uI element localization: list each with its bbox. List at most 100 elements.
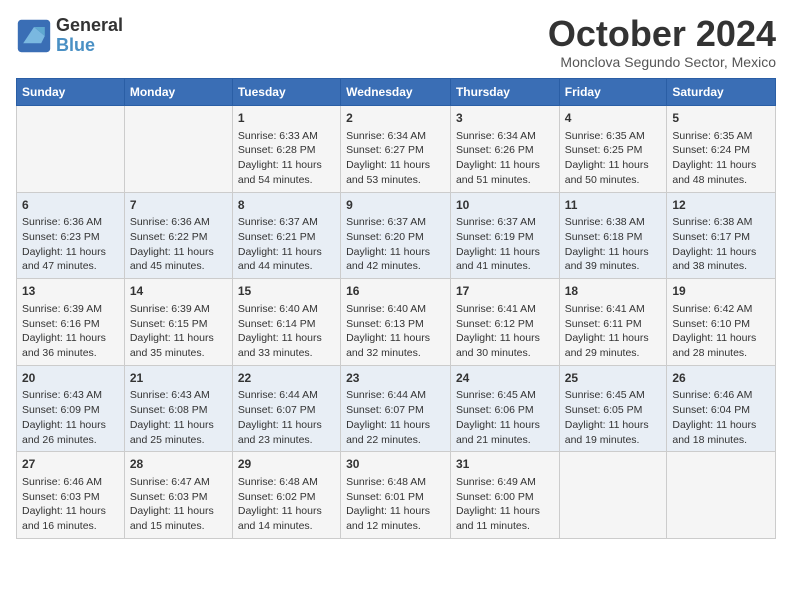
cell-detail: Sunrise: 6:40 AM Sunset: 6:14 PM Dayligh… [238, 302, 335, 361]
calendar-week-4: 20Sunrise: 6:43 AM Sunset: 6:09 PM Dayli… [17, 365, 776, 452]
cell-detail: Sunrise: 6:33 AM Sunset: 6:28 PM Dayligh… [238, 129, 335, 188]
calendar-cell: 2 Sunrise: 6:34 AM Sunset: 6:27 PM Daylig… [341, 106, 451, 193]
calendar-cell [559, 452, 667, 539]
cell-detail: Sunrise: 6:35 AM Sunset: 6:25 PM Dayligh… [565, 129, 662, 188]
cell-detail: Sunrise: 6:43 AM Sunset: 6:09 PM Dayligh… [22, 388, 119, 447]
cell-detail: Sunrise: 6:35 AM Sunset: 6:24 PM Dayligh… [672, 129, 770, 188]
calendar-cell: 5 Sunrise: 6:35 AM Sunset: 6:24 PM Daylig… [667, 106, 776, 193]
day-number: 8 [238, 197, 335, 214]
day-number: 15 [238, 283, 335, 300]
cell-detail: Sunrise: 6:34 AM Sunset: 6:27 PM Dayligh… [346, 129, 445, 188]
calendar-cell: 18Sunrise: 6:41 AM Sunset: 6:11 PM Dayli… [559, 279, 667, 366]
location-label: Monclova Segundo Sector, Mexico [548, 54, 776, 70]
calendar-week-5: 27 Sunrise: 6:46 AM Sunset: 6:03 PM Dayli… [17, 452, 776, 539]
day-header-thursday: Thursday [450, 79, 559, 106]
calendar-cell: 7Sunrise: 6:36 AM Sunset: 6:22 PM Daylig… [124, 192, 232, 279]
cell-detail: Sunrise: 6:34 AM Sunset: 6:26 PM Dayligh… [456, 129, 554, 188]
day-number: 29 [238, 456, 335, 473]
calendar-cell: 20Sunrise: 6:43 AM Sunset: 6:09 PM Dayli… [17, 365, 125, 452]
calendar-cell: 11Sunrise: 6:38 AM Sunset: 6:18 PM Dayli… [559, 192, 667, 279]
calendar-cell: 22Sunrise: 6:44 AM Sunset: 6:07 PM Dayli… [232, 365, 340, 452]
day-number: 30 [346, 456, 445, 473]
calendar-cell: 31 Sunrise: 6:49 AM Sunset: 6:00 PM Dayli… [450, 452, 559, 539]
calendar-cell [17, 106, 125, 193]
day-number: 5 [672, 110, 770, 127]
calendar-cell: 23Sunrise: 6:44 AM Sunset: 6:07 PM Dayli… [341, 365, 451, 452]
calendar-cell: 24Sunrise: 6:45 AM Sunset: 6:06 PM Dayli… [450, 365, 559, 452]
logo: General Blue [16, 16, 123, 56]
day-number: 6 [22, 197, 119, 214]
calendar-cell: 26Sunrise: 6:46 AM Sunset: 6:04 PM Dayli… [667, 365, 776, 452]
calendar-cell: 10Sunrise: 6:37 AM Sunset: 6:19 PM Dayli… [450, 192, 559, 279]
calendar-cell: 3 Sunrise: 6:34 AM Sunset: 6:26 PM Daylig… [450, 106, 559, 193]
day-number: 28 [130, 456, 227, 473]
day-number: 9 [346, 197, 445, 214]
day-number: 31 [456, 456, 554, 473]
logo-blue-label: Blue [56, 36, 123, 56]
calendar-cell: 29 Sunrise: 6:48 AM Sunset: 6:02 PM Dayli… [232, 452, 340, 539]
calendar-cell: 21Sunrise: 6:43 AM Sunset: 6:08 PM Dayli… [124, 365, 232, 452]
day-header-friday: Friday [559, 79, 667, 106]
calendar-cell: 16Sunrise: 6:40 AM Sunset: 6:13 PM Dayli… [341, 279, 451, 366]
cell-detail: Sunrise: 6:40 AM Sunset: 6:13 PM Dayligh… [346, 302, 445, 361]
cell-detail: Sunrise: 6:46 AM Sunset: 6:03 PM Dayligh… [22, 475, 119, 534]
cell-detail: Sunrise: 6:39 AM Sunset: 6:16 PM Dayligh… [22, 302, 119, 361]
calendar-week-2: 6Sunrise: 6:36 AM Sunset: 6:23 PM Daylig… [17, 192, 776, 279]
day-number: 21 [130, 370, 227, 387]
day-number: 24 [456, 370, 554, 387]
cell-detail: Sunrise: 6:38 AM Sunset: 6:17 PM Dayligh… [672, 215, 770, 274]
cell-detail: Sunrise: 6:41 AM Sunset: 6:12 PM Dayligh… [456, 302, 554, 361]
calendar-cell: 27 Sunrise: 6:46 AM Sunset: 6:03 PM Dayli… [17, 452, 125, 539]
day-number: 13 [22, 283, 119, 300]
cell-detail: Sunrise: 6:38 AM Sunset: 6:18 PM Dayligh… [565, 215, 662, 274]
cell-detail: Sunrise: 6:36 AM Sunset: 6:23 PM Dayligh… [22, 215, 119, 274]
day-header-sunday: Sunday [17, 79, 125, 106]
day-number: 20 [22, 370, 119, 387]
cell-detail: Sunrise: 6:44 AM Sunset: 6:07 PM Dayligh… [346, 388, 445, 447]
day-number: 10 [456, 197, 554, 214]
logo-text: General Blue [56, 16, 123, 56]
day-header-saturday: Saturday [667, 79, 776, 106]
title-block: October 2024 Monclova Segundo Sector, Me… [548, 16, 776, 70]
day-number: 4 [565, 110, 662, 127]
day-number: 18 [565, 283, 662, 300]
cell-detail: Sunrise: 6:44 AM Sunset: 6:07 PM Dayligh… [238, 388, 335, 447]
calendar-cell [124, 106, 232, 193]
cell-detail: Sunrise: 6:49 AM Sunset: 6:00 PM Dayligh… [456, 475, 554, 534]
calendar-cell [667, 452, 776, 539]
cell-detail: Sunrise: 6:47 AM Sunset: 6:03 PM Dayligh… [130, 475, 227, 534]
calendar-cell: 19Sunrise: 6:42 AM Sunset: 6:10 PM Dayli… [667, 279, 776, 366]
cell-detail: Sunrise: 6:45 AM Sunset: 6:05 PM Dayligh… [565, 388, 662, 447]
day-number: 27 [22, 456, 119, 473]
calendar-cell: 6Sunrise: 6:36 AM Sunset: 6:23 PM Daylig… [17, 192, 125, 279]
calendar-cell: 12Sunrise: 6:38 AM Sunset: 6:17 PM Dayli… [667, 192, 776, 279]
logo-general-label: General [56, 16, 123, 36]
month-title: October 2024 [548, 16, 776, 52]
cell-detail: Sunrise: 6:36 AM Sunset: 6:22 PM Dayligh… [130, 215, 227, 274]
day-number: 3 [456, 110, 554, 127]
day-header-monday: Monday [124, 79, 232, 106]
day-header-tuesday: Tuesday [232, 79, 340, 106]
day-number: 11 [565, 197, 662, 214]
day-number: 22 [238, 370, 335, 387]
day-number: 14 [130, 283, 227, 300]
cell-detail: Sunrise: 6:37 AM Sunset: 6:21 PM Dayligh… [238, 215, 335, 274]
cell-detail: Sunrise: 6:48 AM Sunset: 6:01 PM Dayligh… [346, 475, 445, 534]
logo-icon [16, 18, 52, 54]
calendar-cell: 30 Sunrise: 6:48 AM Sunset: 6:01 PM Dayli… [341, 452, 451, 539]
calendar-cell: 25Sunrise: 6:45 AM Sunset: 6:05 PM Dayli… [559, 365, 667, 452]
cell-detail: Sunrise: 6:48 AM Sunset: 6:02 PM Dayligh… [238, 475, 335, 534]
cell-detail: Sunrise: 6:43 AM Sunset: 6:08 PM Dayligh… [130, 388, 227, 447]
cell-detail: Sunrise: 6:46 AM Sunset: 6:04 PM Dayligh… [672, 388, 770, 447]
cell-detail: Sunrise: 6:39 AM Sunset: 6:15 PM Dayligh… [130, 302, 227, 361]
calendar-cell: 17Sunrise: 6:41 AM Sunset: 6:12 PM Dayli… [450, 279, 559, 366]
day-number: 2 [346, 110, 445, 127]
cell-detail: Sunrise: 6:37 AM Sunset: 6:20 PM Dayligh… [346, 215, 445, 274]
day-number: 12 [672, 197, 770, 214]
day-number: 1 [238, 110, 335, 127]
calendar-cell: 14 Sunrise: 6:39 AM Sunset: 6:15 PM Dayli… [124, 279, 232, 366]
day-number: 19 [672, 283, 770, 300]
calendar-week-1: 1 Sunrise: 6:33 AM Sunset: 6:28 PM Daylig… [17, 106, 776, 193]
calendar-cell: 28 Sunrise: 6:47 AM Sunset: 6:03 PM Dayli… [124, 452, 232, 539]
calendar-cell: 1 Sunrise: 6:33 AM Sunset: 6:28 PM Daylig… [232, 106, 340, 193]
